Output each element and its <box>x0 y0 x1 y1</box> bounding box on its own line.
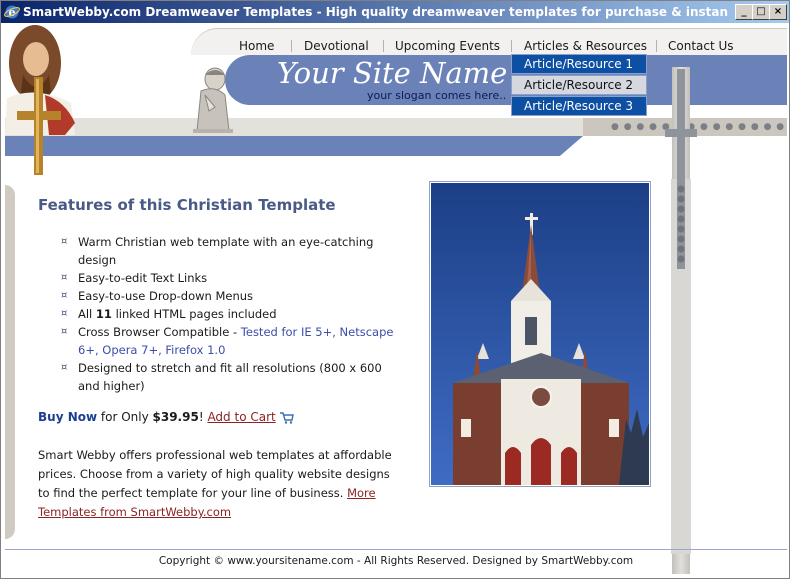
list-item: ¤ All 11 linked HTML pages included <box>61 307 277 321</box>
nav-articles-resources[interactable]: Articles & Resources <box>524 39 647 53</box>
list-item: ¤ Cross Browser Compatible - Tested for I… <box>61 325 394 357</box>
footer-divider <box>5 549 787 550</box>
list-item: ¤ Warm Christian web template with an eye… <box>61 235 374 267</box>
site-slogan: your slogan comes here.. <box>367 89 507 102</box>
church-photo <box>429 181 651 487</box>
price: $39.95 <box>152 410 199 424</box>
dropdown-item-article-1[interactable]: Article/Resource 1 <box>511 54 647 74</box>
bullet-icon: ¤ <box>61 326 68 337</box>
page-title: Features of this Christian Template <box>38 196 336 214</box>
bullet-icon: ¤ <box>61 362 68 373</box>
add-to-cart-link[interactable]: Add to Cart <box>207 410 275 424</box>
articles-dropdown-menu: Article/Resource 1 Article/Resource 2 Ar… <box>511 53 647 116</box>
list-item: ¤ Easy-to-use Drop-down Menus <box>61 289 254 303</box>
dropdown-item-article-3[interactable]: Article/Resource 3 <box>511 96 647 116</box>
window-title: SmartWebby.com Dreamweaver Templates - H… <box>23 5 728 19</box>
nav-upcoming-events[interactable]: Upcoming Events <box>395 39 500 53</box>
buy-line: Buy Now for Only $39.95! Add to Cart <box>38 410 294 424</box>
bullet-icon: ¤ <box>61 308 68 319</box>
list-item: ¤ Easy-to-edit Text Links <box>61 271 208 285</box>
footer-copyright: Copyright © www.yoursitename.com - All R… <box>158 555 634 567</box>
nav-separator <box>656 40 657 52</box>
nav-bar: Home Devotional Upcoming Events Articles… <box>191 28 787 55</box>
bullet-icon: ¤ <box>61 290 68 301</box>
nav-separator <box>291 40 292 52</box>
rosary-cross-icon <box>665 69 697 269</box>
shopping-cart-icon[interactable] <box>279 411 294 424</box>
nav-separator <box>383 40 384 52</box>
left-accent-bar <box>5 185 15 539</box>
web-page: Home Devotional Upcoming Events Articles… <box>5 23 787 574</box>
close-button[interactable]: × <box>769 4 787 20</box>
praying-child-image <box>193 67 233 133</box>
nav-separator <box>511 40 512 52</box>
bullet-icon: ¤ <box>61 236 68 247</box>
nav-contact-us[interactable]: Contact Us <box>668 39 734 53</box>
bullet-icon: ¤ <box>61 272 68 283</box>
dropdown-item-article-2[interactable]: Article/Resource 2 <box>511 75 647 95</box>
jesus-cross-image <box>5 25 75 175</box>
nav-devotional[interactable]: Devotional <box>304 39 369 53</box>
minimize-button[interactable]: _ <box>735 4 753 20</box>
list-item: ¤ Designed to stretch and fit all resolut… <box>61 361 382 393</box>
buy-now-link[interactable]: Buy Now <box>38 410 97 424</box>
title-bar[interactable]: e SmartWebby.com Dreamweaver Templates -… <box>1 1 789 23</box>
intro-paragraph: Smart Webby offers professional web temp… <box>38 448 392 519</box>
header-blue-stripe <box>5 136 583 156</box>
nav-home[interactable]: Home <box>239 39 274 53</box>
ie-logo-icon: e <box>4 5 20 19</box>
maximize-button[interactable]: □ <box>752 4 770 20</box>
rosary-beads: ● ● ● ● ● ● ● ● ● ● ● ● ● ● ● ● ● <box>611 122 787 132</box>
browser-window: e SmartWebby.com Dreamweaver Templates -… <box>0 0 790 579</box>
features-list: ¤ Warm Christian web template with an eye… <box>59 233 404 395</box>
site-name: Your Site Name <box>277 56 508 90</box>
